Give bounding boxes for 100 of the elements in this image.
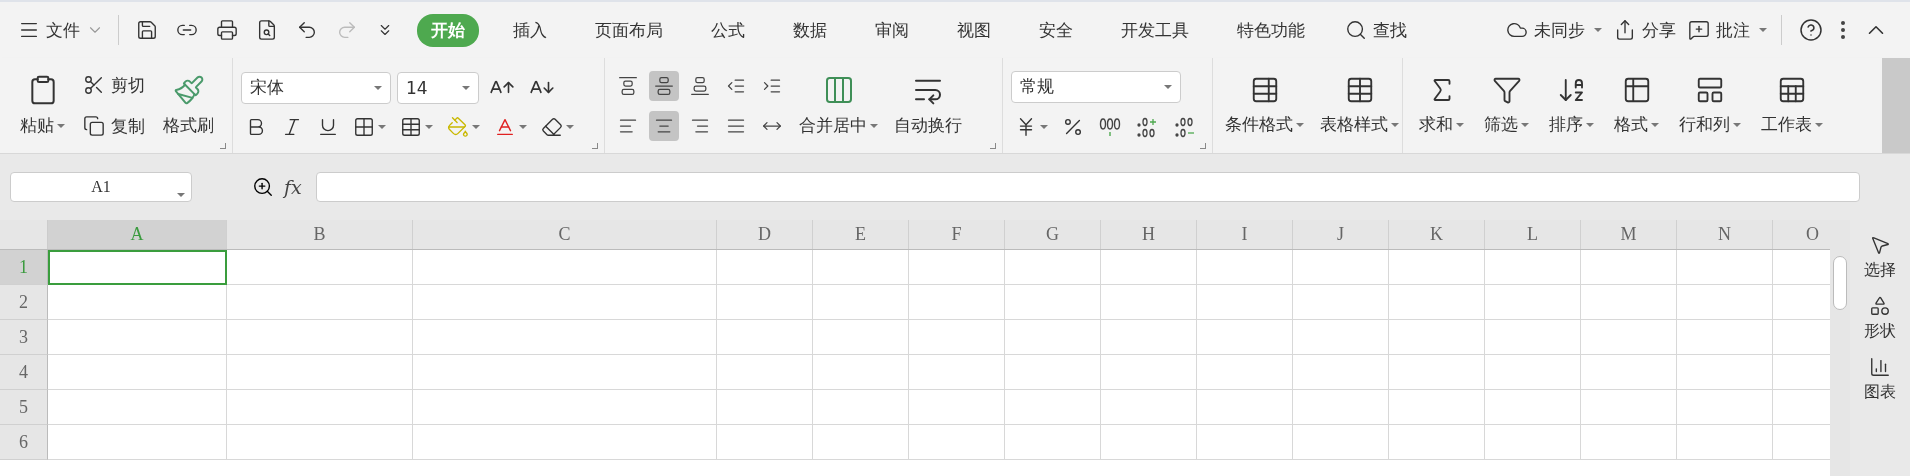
file-menu[interactable]: 文件 <box>12 14 110 46</box>
table-cell[interactable] <box>813 285 909 320</box>
ribbon-tab[interactable]: 插入 <box>499 13 561 47</box>
table-cell[interactable] <box>1581 390 1677 425</box>
paste-button[interactable]: 粘贴 <box>16 72 69 139</box>
table-cell[interactable] <box>1101 425 1197 460</box>
table-cell[interactable] <box>1197 355 1293 390</box>
table-cell[interactable] <box>909 250 1005 285</box>
launcher-icon[interactable] <box>1200 143 1206 149</box>
table-cell[interactable] <box>1293 285 1389 320</box>
table-cell[interactable] <box>1485 390 1581 425</box>
table-cell[interactable] <box>813 390 909 425</box>
table-cell[interactable] <box>1005 425 1101 460</box>
ribbon-tab[interactable]: 安全 <box>1025 13 1087 47</box>
table-cell[interactable] <box>1197 390 1293 425</box>
font-size-dropdown[interactable]: 14 <box>397 71 479 104</box>
table-cell[interactable] <box>48 285 227 320</box>
table-cell[interactable] <box>717 285 813 320</box>
table-cell[interactable] <box>1389 390 1485 425</box>
launcher-icon[interactable] <box>990 143 996 149</box>
table-cell[interactable] <box>1677 250 1773 285</box>
insert-function-button[interactable]: fx <box>284 176 302 198</box>
launcher-icon[interactable] <box>220 143 226 149</box>
ribbon-tab[interactable]: 特色功能 <box>1223 13 1319 47</box>
table-cell[interactable] <box>1581 250 1677 285</box>
table-cell[interactable] <box>717 320 813 355</box>
table-cell[interactable] <box>717 425 813 460</box>
launcher-icon[interactable] <box>592 143 598 149</box>
name-box[interactable]: A1 <box>10 172 192 202</box>
table-cell[interactable] <box>413 320 717 355</box>
sync-button[interactable]: 未同步 <box>1500 14 1608 46</box>
table-cell[interactable] <box>1005 320 1101 355</box>
number-format-dropdown[interactable]: 常规 <box>1011 70 1181 103</box>
column-header[interactable]: J <box>1293 220 1389 249</box>
ribbon-tab[interactable]: 数据 <box>779 13 841 47</box>
table-cell[interactable] <box>227 250 413 285</box>
ribbon-tab[interactable]: 开发工具 <box>1107 13 1203 47</box>
wrap-text-button[interactable]: 自动换行 <box>890 72 966 139</box>
table-cell[interactable] <box>227 425 413 460</box>
row-header[interactable]: 2 <box>0 285 48 320</box>
table-cell[interactable] <box>48 425 227 460</box>
table-cell[interactable] <box>1677 390 1773 425</box>
table-cell[interactable] <box>1677 285 1773 320</box>
sort-button[interactable]: 排序 <box>1545 73 1598 138</box>
column-header[interactable]: C <box>413 220 717 249</box>
table-cell[interactable] <box>1005 355 1101 390</box>
table-cell[interactable] <box>1197 320 1293 355</box>
sum-button[interactable]: 求和 <box>1415 73 1468 138</box>
merge-center-button[interactable]: 合并居中 <box>795 72 882 139</box>
align-button[interactable] <box>649 70 679 101</box>
column-header[interactable]: F <box>909 220 1005 249</box>
table-cell[interactable] <box>48 390 227 425</box>
table-cell[interactable] <box>909 390 1005 425</box>
table-cell[interactable] <box>813 320 909 355</box>
table-cell[interactable] <box>909 285 1005 320</box>
table-cell[interactable] <box>1101 285 1197 320</box>
table-cell[interactable] <box>1101 320 1197 355</box>
format-button[interactable]: 格式 <box>1610 73 1663 138</box>
table-cell[interactable] <box>413 250 717 285</box>
share-button[interactable]: 分享 <box>1608 14 1682 46</box>
table-cell[interactable] <box>1485 285 1581 320</box>
table-cell[interactable] <box>227 320 413 355</box>
column-header[interactable]: N <box>1677 220 1773 249</box>
table-cell[interactable] <box>413 425 717 460</box>
ribbon-tab[interactable]: 页面布局 <box>581 13 677 47</box>
table-cell[interactable] <box>227 355 413 390</box>
table-cell[interactable] <box>227 390 413 425</box>
ribbon-tab[interactable]: 审阅 <box>861 13 923 47</box>
table-cell[interactable] <box>1581 320 1677 355</box>
select-tool-button[interactable]: 选择 <box>1864 234 1896 281</box>
search-button[interactable]: 查找 <box>1339 14 1413 46</box>
table-cell[interactable] <box>717 390 813 425</box>
table-cell[interactable] <box>227 285 413 320</box>
conditional-format-button[interactable]: 条件格式 <box>1221 73 1308 138</box>
align-button[interactable] <box>649 110 679 141</box>
column-header[interactable]: I <box>1197 220 1293 249</box>
table-cell[interactable] <box>48 320 227 355</box>
column-header[interactable]: B <box>227 220 413 249</box>
table-cell[interactable] <box>48 355 227 390</box>
table-cell[interactable] <box>909 355 1005 390</box>
table-cell[interactable] <box>1293 250 1389 285</box>
table-cell[interactable] <box>1485 425 1581 460</box>
table-cell[interactable] <box>1293 320 1389 355</box>
table-cell[interactable] <box>1581 355 1677 390</box>
row-header[interactable]: 5 <box>0 390 48 425</box>
table-cell[interactable] <box>1005 250 1101 285</box>
table-cell[interactable] <box>413 390 717 425</box>
table-cell[interactable] <box>909 425 1005 460</box>
ribbon-tab[interactable]: 视图 <box>943 13 1005 47</box>
column-header[interactable]: E <box>813 220 909 249</box>
chart-tool-button[interactable]: 图表 <box>1864 356 1896 403</box>
font-name-dropdown[interactable]: 宋体 <box>241 71 391 104</box>
table-cell[interactable] <box>1677 320 1773 355</box>
row-header[interactable]: 4 <box>0 355 48 390</box>
column-header[interactable]: D <box>717 220 813 249</box>
table-cell[interactable] <box>1677 425 1773 460</box>
sheet-button[interactable]: 工作表 <box>1757 73 1827 138</box>
ribbon-tab[interactable]: 公式 <box>697 13 759 47</box>
column-header[interactable]: L <box>1485 220 1581 249</box>
column-header[interactable]: K <box>1389 220 1485 249</box>
